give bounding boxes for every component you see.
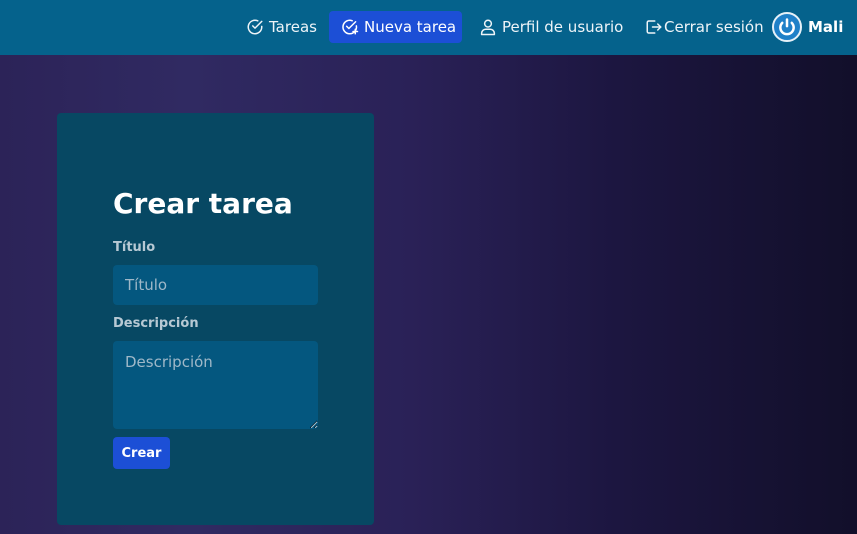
- nav-item-nueva-tarea[interactable]: Nueva tarea: [329, 11, 462, 43]
- description-label: Descripción: [113, 316, 199, 331]
- description-textarea[interactable]: [113, 341, 318, 429]
- user-menu[interactable]: Mali: [772, 11, 843, 43]
- nav-item-label: Nueva tarea: [364, 18, 457, 36]
- user-name: Mali: [808, 18, 844, 36]
- power-icon: [779, 18, 795, 36]
- top-navbar: Tareas Nueva tarea Perfil de usuario Cer…: [0, 0, 857, 55]
- nav-item-tareas[interactable]: Tareas: [240, 11, 323, 43]
- user-icon: [479, 18, 497, 36]
- nav-item-perfil[interactable]: Perfil de usuario: [473, 11, 629, 43]
- nav-item-cerrar-sesion[interactable]: Cerrar sesión: [639, 11, 770, 43]
- nav-item-label: Cerrar sesión: [664, 18, 764, 36]
- check-circle-icon: [246, 18, 264, 36]
- page-title: Crear tarea: [113, 187, 293, 220]
- create-button[interactable]: Crear: [113, 437, 170, 469]
- avatar: [772, 12, 802, 42]
- nav-item-label: Tareas: [269, 18, 317, 36]
- logout-icon: [645, 18, 663, 36]
- nav-item-label: Perfil de usuario: [502, 18, 624, 36]
- check-circle-plus-icon: [341, 18, 359, 36]
- title-label: Título: [113, 240, 156, 255]
- title-input[interactable]: [113, 265, 318, 305]
- create-task-card: Crear tarea Título Descripción Crear: [57, 113, 374, 525]
